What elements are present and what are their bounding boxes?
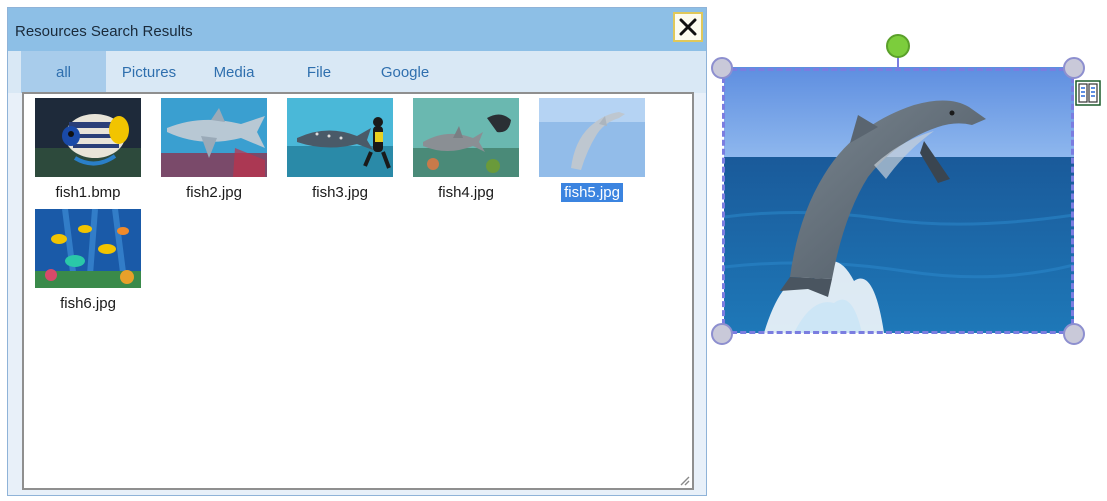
file-item-fish5[interactable]: fish5.jpg (539, 98, 645, 202)
file-item-fish2[interactable]: fish2.jpg (161, 98, 267, 202)
file-name: fish5.jpg (561, 183, 623, 202)
fish5-thumbnail (539, 98, 645, 177)
fish2-thumbnail (161, 98, 267, 177)
fish6-thumbnail (35, 209, 141, 288)
tab-pictures[interactable]: Pictures (108, 51, 190, 93)
file-item-fish1[interactable]: fish1.bmp (35, 98, 141, 202)
fish4-thumbnail (413, 98, 519, 177)
file-name: fish3.jpg (312, 184, 368, 201)
file-name: fish1.bmp (55, 184, 121, 201)
object-menu-icon[interactable] (1075, 80, 1101, 106)
file-name: fish4.jpg (438, 184, 494, 201)
rotate-handle[interactable] (886, 34, 910, 58)
resize-grip-icon[interactable] (678, 474, 690, 486)
tab-file[interactable]: File (291, 51, 347, 93)
file-name: fish6.jpg (60, 295, 116, 312)
file-item-fish4[interactable]: fish4.jpg (413, 98, 519, 202)
fish1-thumbnail (35, 98, 141, 177)
panel-title: Resources Search Results (15, 23, 193, 40)
tab-media[interactable]: Media (198, 51, 270, 93)
dolphin-photo (724, 67, 1074, 333)
resources-search-panel: Resources Search Results all Pictures Me… (7, 7, 707, 496)
resize-handle-top-right[interactable] (1063, 57, 1085, 79)
close-icon (679, 18, 697, 36)
resize-handle-bottom-left[interactable] (711, 323, 733, 345)
close-button[interactable] (673, 12, 703, 42)
canvas-image-dolphin[interactable] (724, 67, 1074, 333)
resize-handle-bottom-right[interactable] (1063, 323, 1085, 345)
file-item-fish6[interactable]: fish6.jpg (35, 209, 141, 313)
file-item-fish3[interactable]: fish3.jpg (287, 98, 393, 202)
fish3-thumbnail (287, 98, 393, 177)
tab-bar: all Pictures Media File Google (8, 51, 706, 93)
panel-titlebar[interactable]: Resources Search Results (8, 8, 706, 51)
file-name: fish2.jpg (186, 184, 242, 201)
tab-all[interactable]: all (21, 51, 106, 93)
results-area: fish1.bmp fish2.jpg fish3.jpg fish4.jpg … (22, 92, 694, 490)
resize-handle-top-left[interactable] (711, 57, 733, 79)
tab-google[interactable]: Google (370, 51, 440, 93)
